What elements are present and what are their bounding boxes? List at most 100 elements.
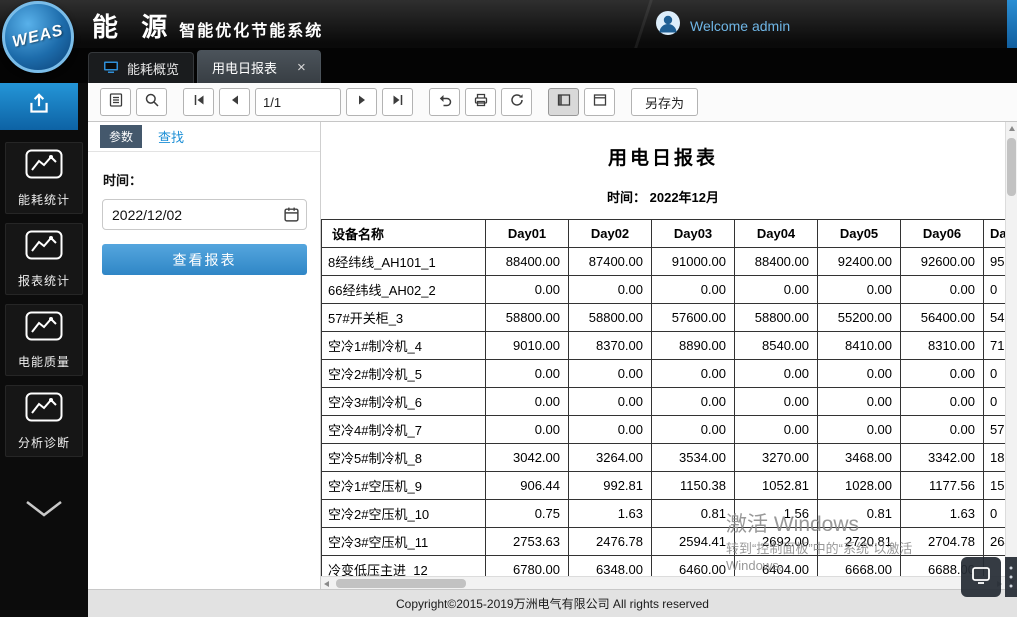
chevron-down-icon (23, 499, 65, 524)
app-logo[interactable]: WEAS (2, 1, 74, 73)
value-cell: 0.00 (901, 388, 984, 416)
layout-single-toggle-button[interactable] (584, 88, 615, 116)
value-cell: 0.00 (486, 276, 569, 304)
value-cell: 56400.00 (901, 304, 984, 332)
value-cell: 0.00 (486, 388, 569, 416)
tab-search[interactable]: 查找 (158, 127, 184, 146)
device-name-cell: 空冷3#空压机_11 (322, 528, 486, 556)
device-name-cell: 66经纬线_AH02_2 (322, 276, 486, 304)
search-button[interactable] (136, 88, 167, 116)
horizontal-scrollbar-thumb[interactable] (336, 579, 466, 588)
value-cell: 1028.00 (818, 472, 901, 500)
value-cell: 87400.00 (569, 248, 652, 276)
report-table: 设备名称Day01Day02Day03Day04Day05Day06Da8经纬线… (321, 219, 1005, 584)
value-cell: 1.63 (569, 500, 652, 528)
value-cell: 0 (984, 500, 1006, 528)
value-cell: 264 (984, 528, 1006, 556)
window-layout-icon (592, 92, 608, 113)
user-menu[interactable]: Welcome admin (655, 10, 790, 41)
sidebar-item-analysis-diagnosis[interactable]: 分析诊断 (5, 385, 83, 457)
sidebar-export-button[interactable] (0, 83, 78, 130)
vertical-scrollbar-thumb[interactable] (1007, 138, 1016, 196)
tab-params[interactable]: 参数 (100, 125, 142, 148)
value-cell: 0 (984, 276, 1006, 304)
device-name-cell: 空冷4#制冷机_7 (322, 416, 486, 444)
close-icon[interactable]: × (297, 60, 306, 75)
value-cell: 0.00 (569, 416, 652, 444)
value-cell: 1.63 (901, 500, 984, 528)
device-name-cell: 空冷1#制冷机_4 (322, 332, 486, 360)
app-header: 能 源 智能优化节能系统 Welcome admin (0, 0, 1017, 48)
save-as-button[interactable]: 另存为 (631, 88, 698, 116)
value-cell: 0.00 (901, 276, 984, 304)
sidebar-item-energy-stats[interactable]: 能耗统计 (5, 142, 83, 214)
value-cell: 0.81 (652, 500, 735, 528)
column-header: Day03 (652, 220, 735, 248)
print-button[interactable] (465, 88, 496, 116)
tab-energy-overview[interactable]: 能耗概览 (88, 52, 194, 83)
next-page-button[interactable] (346, 88, 377, 116)
back-button[interactable] (429, 88, 460, 116)
table-row: 空冷3#空压机_112753.632476.782594.412692.0027… (322, 528, 1006, 556)
value-cell: 3042.00 (486, 444, 569, 472)
refresh-button[interactable] (501, 88, 532, 116)
footer: Copyright©2015-2019万洲电气有限公司 All rights r… (88, 589, 1017, 617)
value-cell: 3468.00 (818, 444, 901, 472)
first-page-button[interactable] (183, 88, 214, 116)
toc-panel-button[interactable] (100, 88, 131, 116)
last-page-button[interactable] (382, 88, 413, 116)
column-header: 设备名称 (322, 220, 486, 248)
value-cell: 155 (984, 472, 1006, 500)
user-avatar-icon (655, 10, 681, 41)
value-cell: 58800.00 (569, 304, 652, 332)
line-chart-icon (25, 392, 63, 427)
value-cell: 3342.00 (901, 444, 984, 472)
horizontal-scrollbar[interactable] (321, 576, 1005, 589)
sidebar-item-power-quality[interactable]: 电能质量 (5, 304, 83, 376)
value-cell: 0 (984, 360, 1006, 388)
value-cell: 2753.63 (486, 528, 569, 556)
refresh-icon (509, 92, 525, 113)
device-name-cell: 空冷2#空压机_10 (322, 500, 486, 528)
widget-drag-handle[interactable] (1005, 557, 1017, 597)
value-cell: 906.44 (486, 472, 569, 500)
value-cell: 0 (984, 388, 1006, 416)
value-cell: 956 (984, 248, 1006, 276)
sidebar-item-label: 分析诊断 (18, 434, 70, 451)
value-cell: 3534.00 (652, 444, 735, 472)
value-cell: 719 (984, 332, 1006, 360)
last-page-icon (390, 92, 406, 113)
value-cell: 8410.00 (818, 332, 901, 360)
scroll-up-arrow-icon[interactable] (1009, 126, 1015, 131)
scroll-left-arrow-icon[interactable] (324, 581, 329, 587)
tab-bar: 能耗概览 用电日报表 × (0, 48, 1017, 83)
report-subtitle-label: 时间： (607, 190, 646, 205)
tab-daily-power-report[interactable]: 用电日报表 × (197, 50, 321, 83)
sidebar-item-report-stats[interactable]: 报表统计 (5, 223, 83, 295)
device-name-cell: 57#开关柜_3 (322, 304, 486, 332)
page-indicator-input[interactable] (255, 88, 341, 116)
vertical-scrollbar[interactable] (1005, 122, 1017, 589)
view-report-button[interactable]: 查看报表 (102, 244, 307, 275)
remote-widget-button[interactable] (961, 557, 1001, 597)
layout-panel-toggle-button[interactable] (548, 88, 579, 116)
sidebar-collapse-button[interactable] (0, 499, 88, 524)
prev-page-button[interactable] (219, 88, 250, 116)
tab-label: 用电日报表 (212, 58, 277, 77)
table-row: 66经纬线_AH02_20.000.000.000.000.000.000 (322, 276, 1006, 304)
date-input[interactable] (102, 199, 307, 230)
value-cell: 2720.81 (818, 528, 901, 556)
value-cell: 0.00 (486, 416, 569, 444)
value-cell: 0.00 (652, 360, 735, 388)
value-cell: 2692.00 (735, 528, 818, 556)
value-cell: 0.00 (818, 388, 901, 416)
welcome-text: Welcome admin (690, 18, 790, 34)
panel-layout-icon (556, 92, 572, 113)
table-row: 空冷3#制冷机_60.000.000.000.000.000.000 (322, 388, 1006, 416)
time-label: 时间： (103, 170, 320, 189)
calendar-icon[interactable] (283, 206, 300, 228)
value-cell: 1052.81 (735, 472, 818, 500)
return-arrow-icon (437, 92, 453, 113)
device-name-cell: 空冷3#制冷机_6 (322, 388, 486, 416)
table-row: 空冷2#制冷机_50.000.000.000.000.000.000 (322, 360, 1006, 388)
